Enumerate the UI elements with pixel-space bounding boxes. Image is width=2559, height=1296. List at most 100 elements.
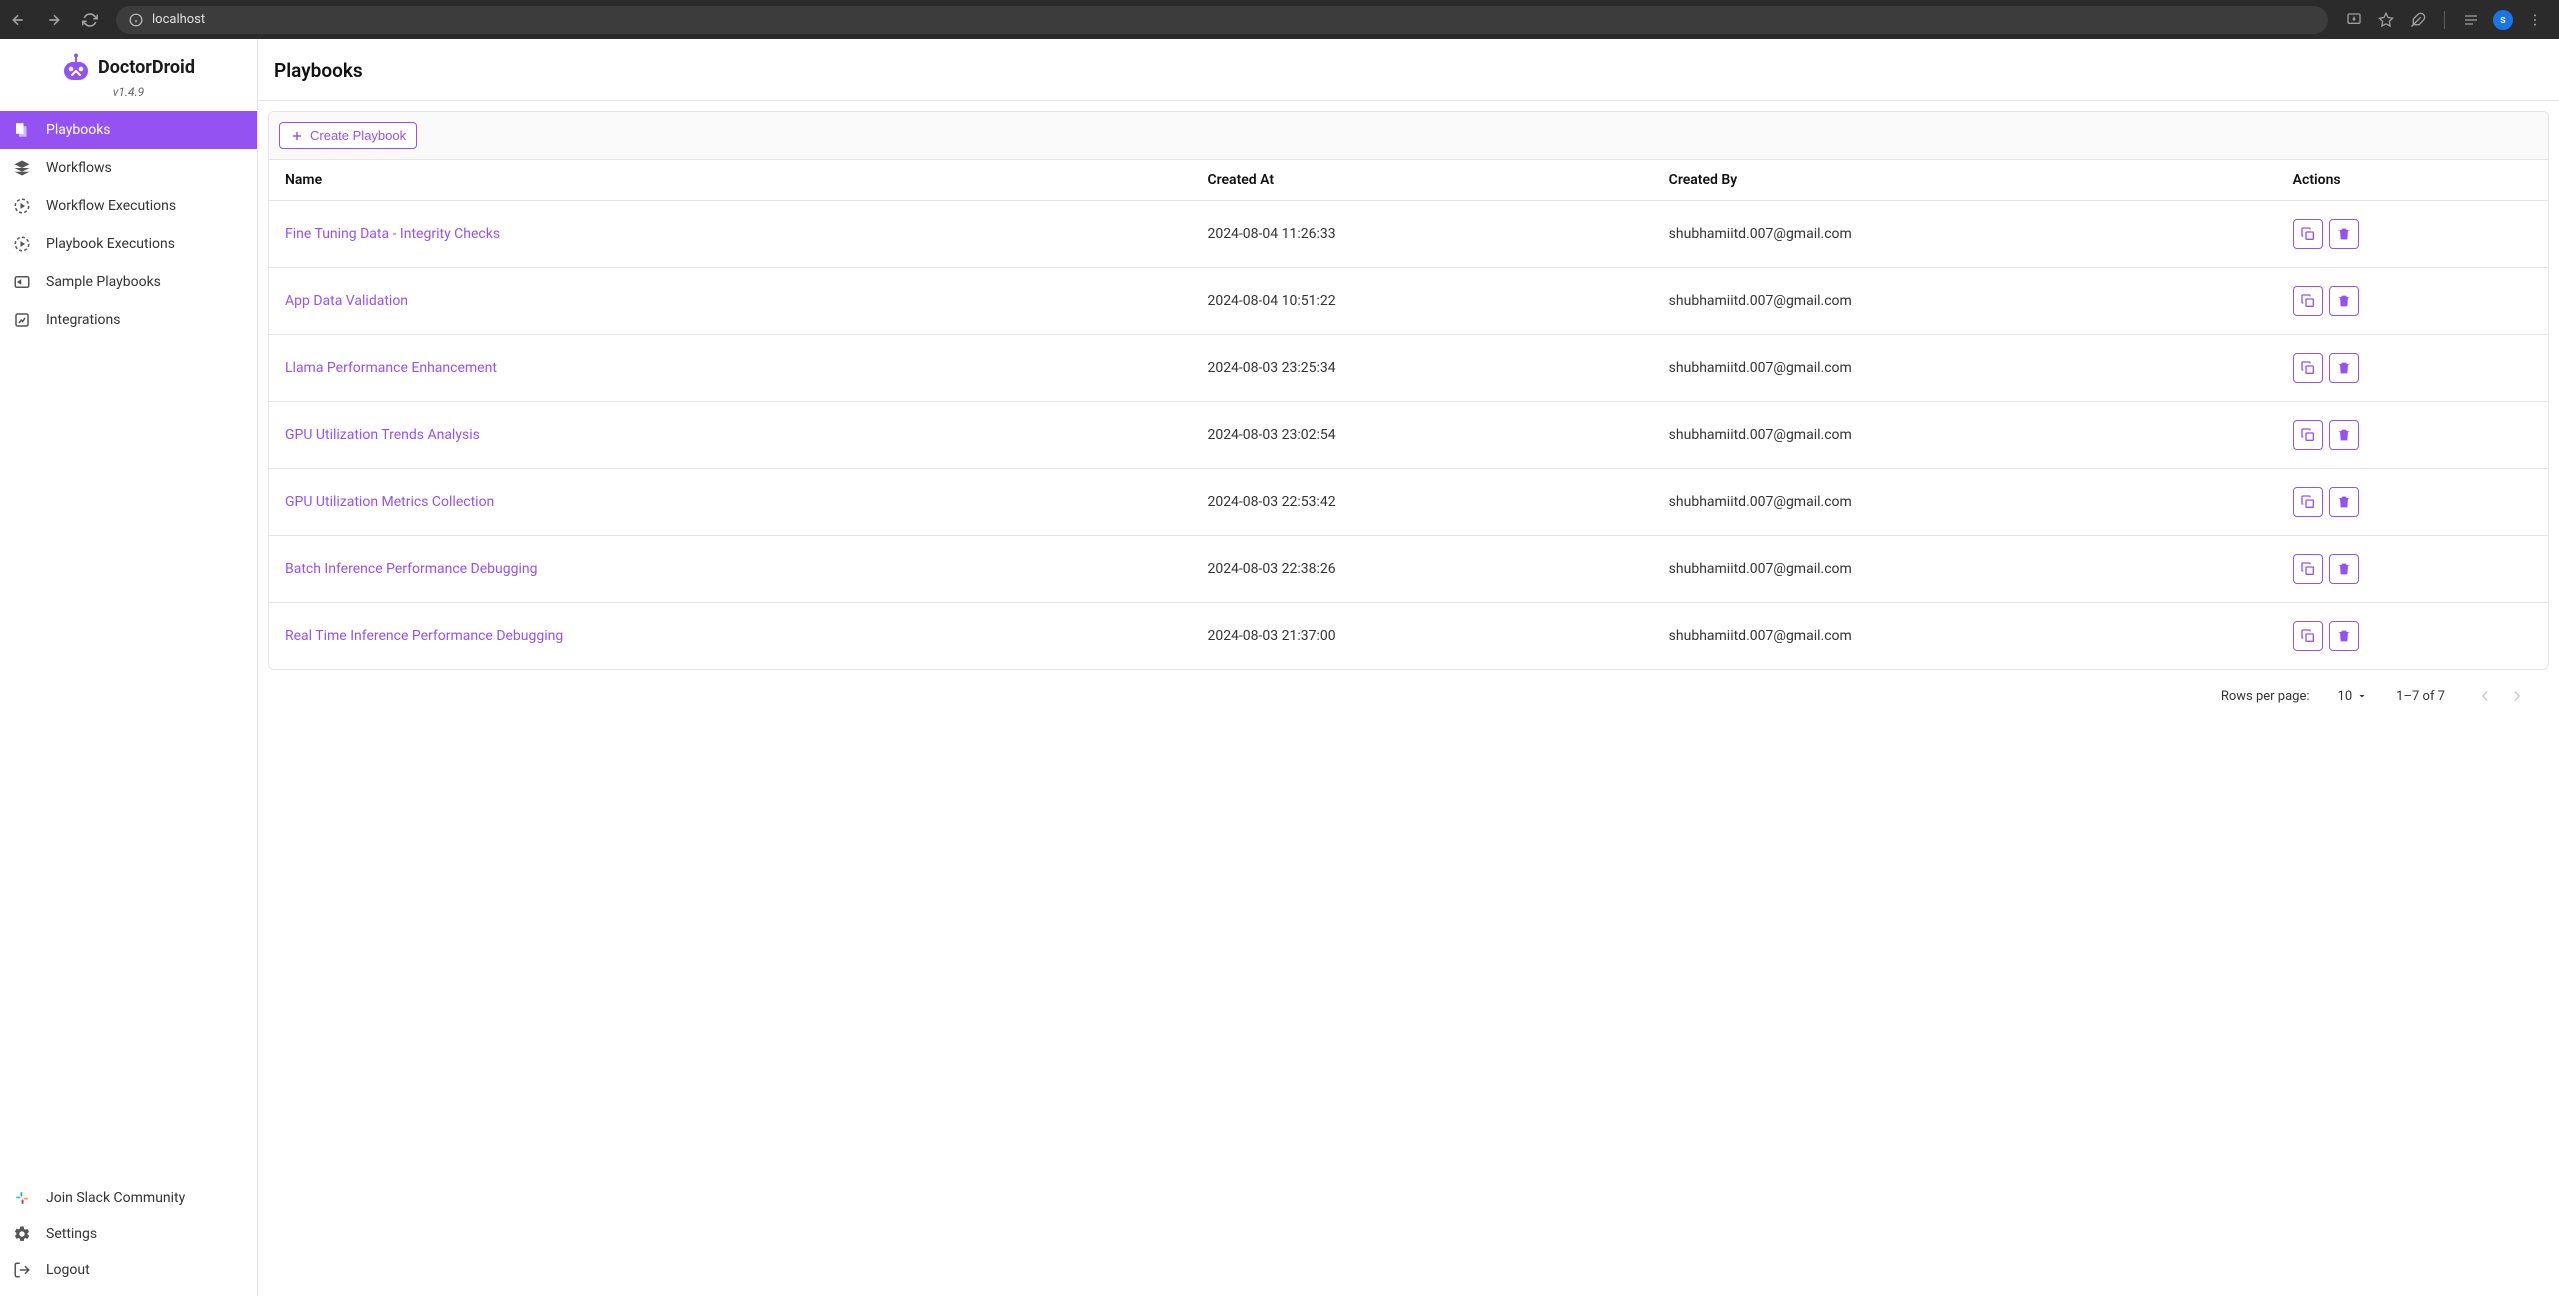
th-name: Name [269, 160, 1191, 201]
sidebar-item-label: Workflows [46, 160, 112, 176]
th-created-by: Created By [1653, 160, 2277, 201]
install-icon[interactable] [2344, 10, 2364, 30]
kebab-menu-icon[interactable] [2525, 10, 2545, 30]
extensions-icon[interactable] [2408, 10, 2428, 30]
trash-icon [2336, 427, 2352, 443]
reload-button[interactable] [80, 10, 100, 30]
delete-button[interactable] [2329, 286, 2359, 316]
table-row: Fine Tuning Data - Integrity Checks 2024… [269, 201, 2548, 268]
created-by-cell: shubhamiitd.007@gmail.com [1653, 201, 2277, 268]
copy-button[interactable] [2293, 554, 2323, 584]
url-bar[interactable]: localhost [116, 6, 2328, 34]
copy-button[interactable] [2293, 286, 2323, 316]
workflows-icon [12, 158, 32, 178]
sample-playbooks-icon [12, 272, 32, 292]
table-toolbar: Create Playbook [269, 112, 2548, 160]
sidebar-item-playbook-executions[interactable]: Playbook Executions [0, 225, 257, 263]
playbook-name-link[interactable]: Llama Performance Enhancement [285, 360, 497, 376]
playbook-name-link[interactable]: Batch Inference Performance Debugging [285, 561, 537, 577]
copy-button[interactable] [2293, 353, 2323, 383]
music-icon[interactable] [2461, 10, 2481, 30]
sidebar: DoctorDroid v1.4.9 Playbooks Workflows [0, 39, 258, 1296]
playbook-name-link[interactable]: Fine Tuning Data - Integrity Checks [285, 226, 500, 242]
sidebar-item-settings[interactable]: Settings [0, 1216, 257, 1252]
sidebar-item-sample-playbooks[interactable]: Sample Playbooks [0, 263, 257, 301]
rows-per-page-value: 10 [2338, 689, 2353, 704]
create-button-label: Create Playbook [310, 128, 406, 143]
created-at-cell: 2024-08-03 23:25:34 [1191, 335, 1652, 402]
copy-icon [2300, 360, 2316, 376]
sidebar-item-playbooks[interactable]: Playbooks [0, 111, 257, 149]
playbook-name-link[interactable]: GPU Utilization Metrics Collection [285, 494, 494, 510]
url-text: localhost [152, 12, 205, 27]
app-version: v1.4.9 [0, 85, 257, 99]
sidebar-item-slack[interactable]: Join Slack Community [0, 1180, 257, 1216]
sidebar-item-label: Join Slack Community [46, 1190, 185, 1206]
info-icon [128, 12, 144, 28]
logout-icon [12, 1260, 32, 1280]
created-by-cell: shubhamiitd.007@gmail.com [1653, 402, 2277, 469]
rows-per-page-select[interactable]: 10 [2338, 689, 2369, 704]
created-at-cell: 2024-08-04 10:51:22 [1191, 268, 1652, 335]
sidebar-item-integrations[interactable]: Integrations [0, 301, 257, 339]
app-root: DoctorDroid v1.4.9 Playbooks Workflows [0, 39, 2559, 1296]
created-by-cell: shubhamiitd.007@gmail.com [1653, 469, 2277, 536]
forward-button[interactable] [44, 10, 64, 30]
copy-icon [2300, 561, 2316, 577]
sidebar-item-label: Workflow Executions [46, 198, 176, 214]
bookmark-icon[interactable] [2376, 10, 2396, 30]
copy-button[interactable] [2293, 487, 2323, 517]
table-row: Llama Performance Enhancement 2024-08-03… [269, 335, 2548, 402]
trash-icon [2336, 561, 2352, 577]
sidebar-item-label: Logout [46, 1262, 90, 1278]
pagination: Rows per page: 10 1–7 of 7 [268, 670, 2549, 722]
create-playbook-button[interactable]: Create Playbook [279, 122, 417, 149]
table-row: GPU Utilization Metrics Collection 2024-… [269, 469, 2548, 536]
delete-button[interactable] [2329, 554, 2359, 584]
copy-icon [2300, 494, 2316, 510]
created-at-cell: 2024-08-04 11:26:33 [1191, 201, 1652, 268]
trash-icon [2336, 360, 2352, 376]
workflow-executions-icon [12, 196, 32, 216]
created-at-cell: 2024-08-03 22:53:42 [1191, 469, 1652, 536]
logo[interactable]: DoctorDroid [0, 53, 257, 81]
playbook-name-link[interactable]: App Data Validation [285, 293, 408, 309]
created-by-cell: shubhamiitd.007@gmail.com [1653, 603, 2277, 670]
delete-button[interactable] [2329, 487, 2359, 517]
next-page-button[interactable] [2505, 684, 2529, 708]
delete-button[interactable] [2329, 219, 2359, 249]
chevron-right-icon [2508, 687, 2526, 705]
copy-icon [2300, 293, 2316, 309]
delete-button[interactable] [2329, 353, 2359, 383]
previous-page-button[interactable] [2473, 684, 2497, 708]
user-avatar[interactable]: s [2493, 10, 2513, 30]
pagination-range: 1–7 of 7 [2396, 689, 2445, 704]
created-by-cell: shubhamiitd.007@gmail.com [1653, 268, 2277, 335]
sidebar-item-label: Sample Playbooks [46, 274, 161, 290]
table-head: Name Created At Created By Actions [269, 160, 2548, 201]
back-button[interactable] [8, 10, 28, 30]
delete-button[interactable] [2329, 420, 2359, 450]
trash-icon [2336, 226, 2352, 242]
th-actions: Actions [2277, 160, 2548, 201]
playbook-name-link[interactable]: GPU Utilization Trends Analysis [285, 427, 480, 443]
created-at-cell: 2024-08-03 21:37:00 [1191, 603, 1652, 670]
sidebar-item-label: Playbook Executions [46, 236, 175, 252]
page-title: Playbooks [274, 59, 2539, 82]
rows-per-page-label: Rows per page: [2221, 689, 2310, 704]
playbooks-icon [12, 120, 32, 140]
trash-icon [2336, 494, 2352, 510]
chevron-left-icon [2476, 687, 2494, 705]
created-at-cell: 2024-08-03 22:38:26 [1191, 536, 1652, 603]
chrome-divider [2444, 11, 2445, 29]
sidebar-item-logout[interactable]: Logout [0, 1252, 257, 1288]
playbook-name-link[interactable]: Real Time Inference Performance Debuggin… [285, 628, 563, 644]
sidebar-item-workflows[interactable]: Workflows [0, 149, 257, 187]
delete-button[interactable] [2329, 621, 2359, 651]
browser-actions: s [2344, 10, 2551, 30]
sidebar-item-workflow-executions[interactable]: Workflow Executions [0, 187, 257, 225]
plus-icon [290, 129, 304, 143]
copy-button[interactable] [2293, 621, 2323, 651]
copy-button[interactable] [2293, 219, 2323, 249]
copy-button[interactable] [2293, 420, 2323, 450]
